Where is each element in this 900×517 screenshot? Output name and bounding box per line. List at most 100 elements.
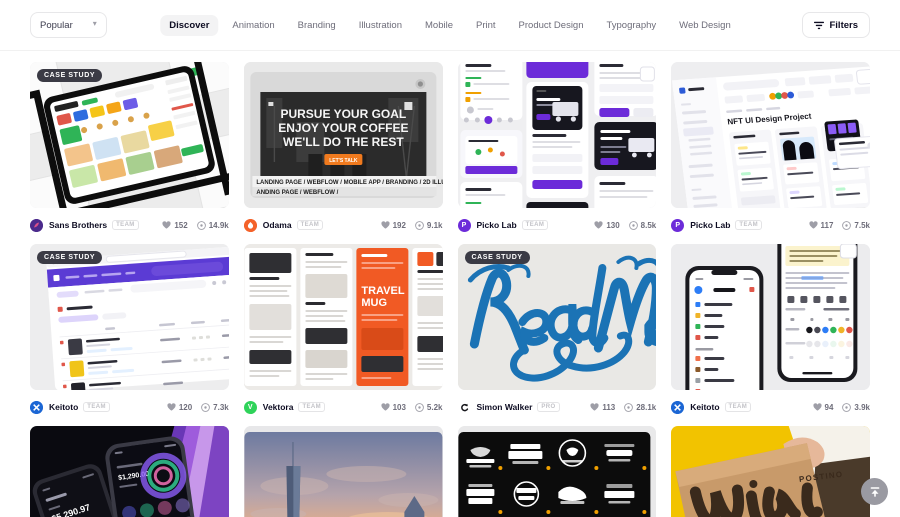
shot-card: [243, 426, 443, 517]
shot-author[interactable]: Simon Walker: [477, 402, 533, 412]
tab-mobile[interactable]: Mobile: [416, 15, 462, 36]
likes-stat[interactable]: 192: [380, 221, 406, 230]
shot-stats: 94 3.9k: [812, 402, 870, 412]
shot-thumbnail-shipping-app[interactable]: [457, 62, 657, 208]
likes-stat[interactable]: 120: [167, 403, 192, 412]
shots-grid: CASE STUDY Sans Brothers TEAM 152 14.9k …: [0, 51, 900, 517]
heart-icon: [167, 403, 176, 411]
sort-dropdown[interactable]: Popular ▾: [30, 12, 107, 38]
shot-thumbnail-editorial-layouts[interactable]: TRAVEL MUG: [243, 244, 443, 390]
views-stat: 5.2k: [415, 403, 443, 412]
shot-author[interactable]: Odama: [263, 220, 292, 230]
author-tag: TEAM: [296, 220, 324, 230]
likes-stat[interactable]: 103: [380, 402, 406, 412]
avatar[interactable]: [30, 400, 43, 414]
shot-thumbnail-summer-camp-logos[interactable]: [457, 426, 657, 517]
shot-author[interactable]: Picko Lab: [690, 220, 730, 230]
author-tag: TEAM: [298, 402, 326, 412]
shot-thumbnail-nft-dashboard[interactable]: NFT UI Design Project: [671, 62, 870, 208]
shot-thumbnail-coffee-landing[interactable]: PURSUE YOUR GOAL ENJOY YOUR COFFEE WE'LL…: [243, 62, 443, 208]
shot-stats: 120 7.3k: [167, 403, 229, 412]
shot-thumbnail-ecommerce-cart[interactable]: CASE STUDY: [30, 244, 229, 390]
shot-meta: Keitoto TEAM 120 7.3k: [30, 397, 229, 417]
likes-count: 152: [174, 220, 188, 230]
sort-dropdown-label: Popular: [40, 19, 73, 31]
shot-meta: Sans Brothers TEAM 152 14.9k: [30, 215, 229, 235]
heart-icon: [594, 221, 603, 229]
filters-button[interactable]: Filters: [802, 12, 870, 38]
views-count: 28.1k: [636, 402, 657, 412]
views-stat: 14.9k: [196, 221, 229, 230]
avatar-mark-icon: [671, 400, 685, 414]
shot-card: TRAVEL MUG V Vektora TEAM 103 5.2k: [243, 244, 443, 417]
marquee-line-1: LANDING PAGE / WEBFLOW / MOBILE APP / BR…: [256, 180, 442, 186]
shot-stats: 117 7.5k: [808, 221, 870, 230]
likes-stat[interactable]: 152: [162, 220, 188, 230]
editorial-headline-2: MUG: [361, 297, 387, 309]
case-study-badge: CASE STUDY: [464, 251, 530, 264]
views-stat: 28.1k: [624, 403, 656, 412]
views-stat: 8.5k: [628, 221, 656, 230]
likes-count: 103: [392, 402, 406, 412]
tab-typography[interactable]: Typography: [598, 15, 666, 36]
shipping-app-artwork: [457, 62, 657, 208]
avatar[interactable]: [30, 218, 43, 232]
category-tabs: Discover Animation Branding Illustration…: [160, 14, 740, 36]
hero-line-1: PURSUE YOUR GOAL: [280, 107, 406, 121]
avatar[interactable]: [243, 218, 257, 232]
tab-animation[interactable]: Animation: [223, 15, 283, 36]
shot-thumbnail-food-delivery[interactable]: CASE STUDY: [30, 62, 229, 208]
avatar-mark-icon: [30, 400, 43, 414]
shot-thumbnail-dark-finance-app[interactable]: $5,290.97 $1,290.00: [30, 426, 229, 517]
shot-author[interactable]: Picko Lab: [477, 220, 517, 230]
avatar[interactable]: V: [243, 400, 257, 414]
avatar[interactable]: [671, 400, 685, 414]
shot-card: NFT UI Design Project P Picko Lab TEAM 1…: [671, 62, 870, 235]
shot-stats: 192 9.1k: [380, 220, 443, 230]
chevron-down-icon: ▾: [92, 19, 97, 28]
shot-card: PURSUE YOUR GOAL ENJOY YOUR COFFEE WE'LL…: [243, 62, 443, 235]
scroll-to-top-button[interactable]: [861, 478, 888, 505]
avatar-mark-icon: [243, 218, 257, 232]
shot-author[interactable]: Sans Brothers: [49, 220, 107, 230]
likes-count: 113: [602, 402, 616, 412]
shot-author[interactable]: Keitoto: [49, 402, 78, 412]
shot-thumbnail-read-me-lettering[interactable]: CASE STUDY: [457, 244, 657, 390]
likes-stat[interactable]: 94: [812, 403, 833, 412]
tab-print[interactable]: Print: [467, 15, 505, 36]
shot-thumbnail-city-skyline[interactable]: [243, 426, 443, 517]
views-stat: 7.5k: [842, 221, 870, 230]
shot-card: $5,290.97 $1,290.00: [30, 426, 229, 517]
tab-branding[interactable]: Branding: [289, 15, 345, 36]
avatar[interactable]: P: [457, 218, 471, 232]
likes-stat[interactable]: 113: [590, 403, 615, 412]
views-count: 3.9k: [854, 402, 870, 412]
read-me-lettering-artwork: [457, 244, 657, 390]
tab-product-design[interactable]: Product Design: [510, 15, 593, 36]
shot-thumbnail-library-app[interactable]: [671, 244, 870, 390]
avatar[interactable]: P: [671, 218, 685, 232]
dark-finance-artwork: $5,290.97 $1,290.00: [30, 426, 229, 517]
shot-card: CASE STUDY: [30, 244, 229, 417]
food-delivery-artwork: [30, 62, 229, 208]
shot-author[interactable]: Vektora: [263, 402, 294, 412]
heart-icon: [380, 221, 390, 229]
heart-icon: [812, 403, 822, 411]
avatar-mark-icon: [30, 218, 43, 232]
tab-illustration[interactable]: Illustration: [350, 15, 411, 36]
views-count: 9.1k: [426, 220, 443, 230]
likes-stat[interactable]: 117: [808, 221, 833, 230]
avatar[interactable]: [457, 400, 471, 414]
shot-meta: Simon Walker PRO 113 28.1k: [457, 397, 656, 417]
likes-stat[interactable]: 130: [594, 221, 620, 230]
tab-discover[interactable]: Discover: [160, 14, 219, 36]
shot-thumbnail-wine-club-packaging[interactable]: POSTINO: [671, 426, 870, 517]
author-tag: TEAM: [83, 402, 110, 412]
tab-web-design[interactable]: Web Design: [670, 15, 740, 36]
shot-meta: Keitoto TEAM 94 3.9k: [671, 397, 870, 417]
shot-meta: P Picko Lab TEAM 130 8.5k: [457, 215, 656, 235]
eye-icon: [201, 402, 211, 412]
shot-stats: 152 14.9k: [162, 220, 229, 230]
case-study-badge: CASE STUDY: [37, 69, 103, 82]
shot-author[interactable]: Keitoto: [690, 402, 719, 412]
